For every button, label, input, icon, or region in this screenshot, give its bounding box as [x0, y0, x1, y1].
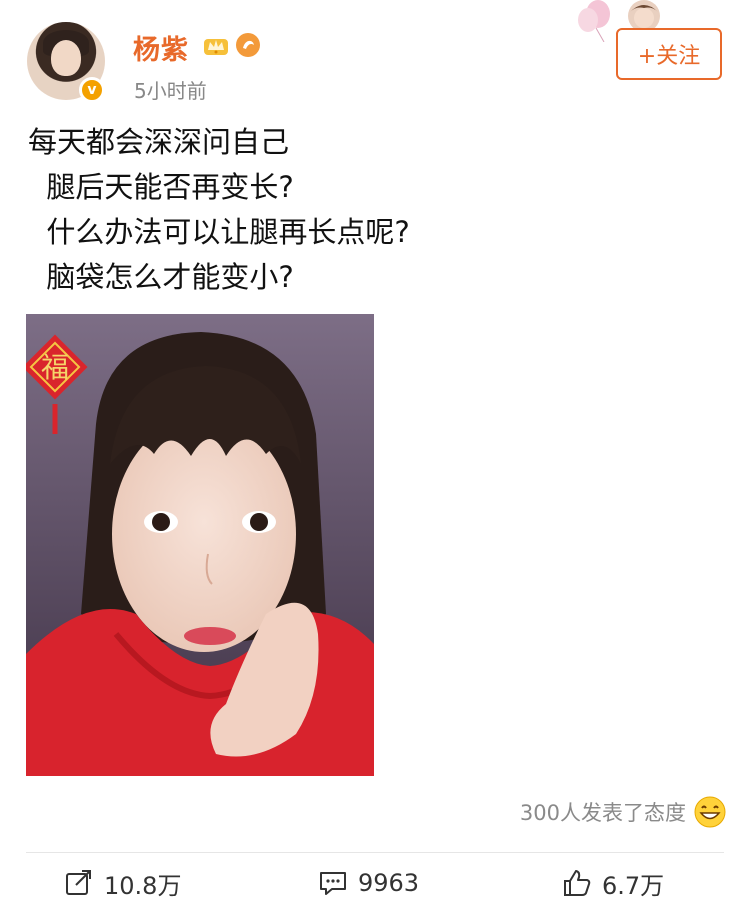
reactions-summary[interactable]: 300人发表了态度	[520, 792, 726, 832]
verified-badge-icon: v	[79, 77, 105, 103]
member-badge-icon	[236, 33, 260, 57]
post-time: 5小时前	[134, 79, 207, 103]
smiley-icon	[694, 796, 726, 828]
repost-icon	[66, 870, 91, 895]
post-header: v 杨紫 5小时前 +关注	[0, 0, 750, 110]
post-text-line: 脑袋怎么才能变小?	[28, 260, 294, 294]
action-toolbar: 10.8万 9963 6.7万	[0, 860, 750, 906]
comment-count: 9963	[358, 869, 420, 897]
thumbs-up-icon	[564, 870, 591, 896]
crown-icon	[204, 39, 228, 55]
avatar-face	[51, 40, 81, 76]
author-name[interactable]: 杨紫	[133, 28, 189, 67]
post-text-line: 每天都会深深问自己	[28, 125, 290, 159]
divider	[26, 852, 724, 853]
post-photo[interactable]: 福	[26, 314, 374, 776]
reactions-text: 300人发表了态度	[519, 801, 686, 825]
comment-button[interactable]: 9963	[318, 864, 419, 902]
repost-button[interactable]: 10.8万	[64, 864, 181, 902]
selfie-illustration: 福	[26, 314, 374, 776]
like-button[interactable]: 6.7万	[562, 864, 664, 902]
post-text-line: 什么办法可以让腿再长点呢?	[28, 215, 410, 249]
fu-sticker-text: 福	[41, 352, 69, 384]
like-count: 6.7万	[602, 871, 665, 900]
follow-button[interactable]: +关注	[616, 28, 722, 80]
comment-icon	[320, 872, 346, 895]
post-text-line: 腿后天能否再变长?	[28, 170, 294, 204]
post-text: 每天都会深深问自己 腿后天能否再变长? 什么办法可以让腿再长点呢? 脑袋怎么才能…	[28, 120, 708, 300]
repost-count: 10.8万	[104, 871, 182, 900]
